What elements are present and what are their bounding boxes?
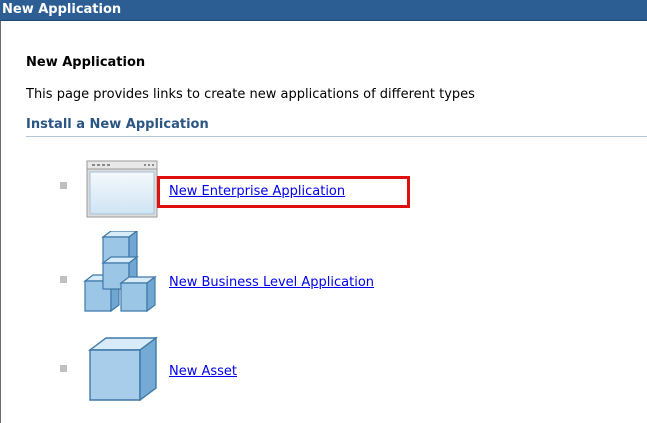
section-divider bbox=[26, 136, 647, 137]
list-bullet bbox=[60, 365, 67, 372]
highlight-box bbox=[157, 176, 410, 208]
stacked-cubes-icon bbox=[83, 229, 163, 321]
page-description: This page provides links to create new a… bbox=[26, 87, 475, 102]
page-heading: New Application bbox=[26, 55, 146, 70]
single-cube-icon bbox=[86, 336, 160, 408]
title-bar: New Application bbox=[0, 0, 647, 21]
section-title: Install a New Application bbox=[26, 117, 209, 132]
enterprise-app-window-icon bbox=[86, 160, 158, 222]
new-asset-link[interactable]: New Asset bbox=[169, 364, 237, 379]
title-bar-text: New Application bbox=[2, 2, 122, 17]
list-bullet bbox=[60, 182, 67, 189]
list-bullet bbox=[60, 276, 67, 283]
new-application-window: New Application New Application This pag… bbox=[0, 0, 647, 423]
new-business-level-application-link[interactable]: New Business Level Application bbox=[169, 275, 374, 290]
